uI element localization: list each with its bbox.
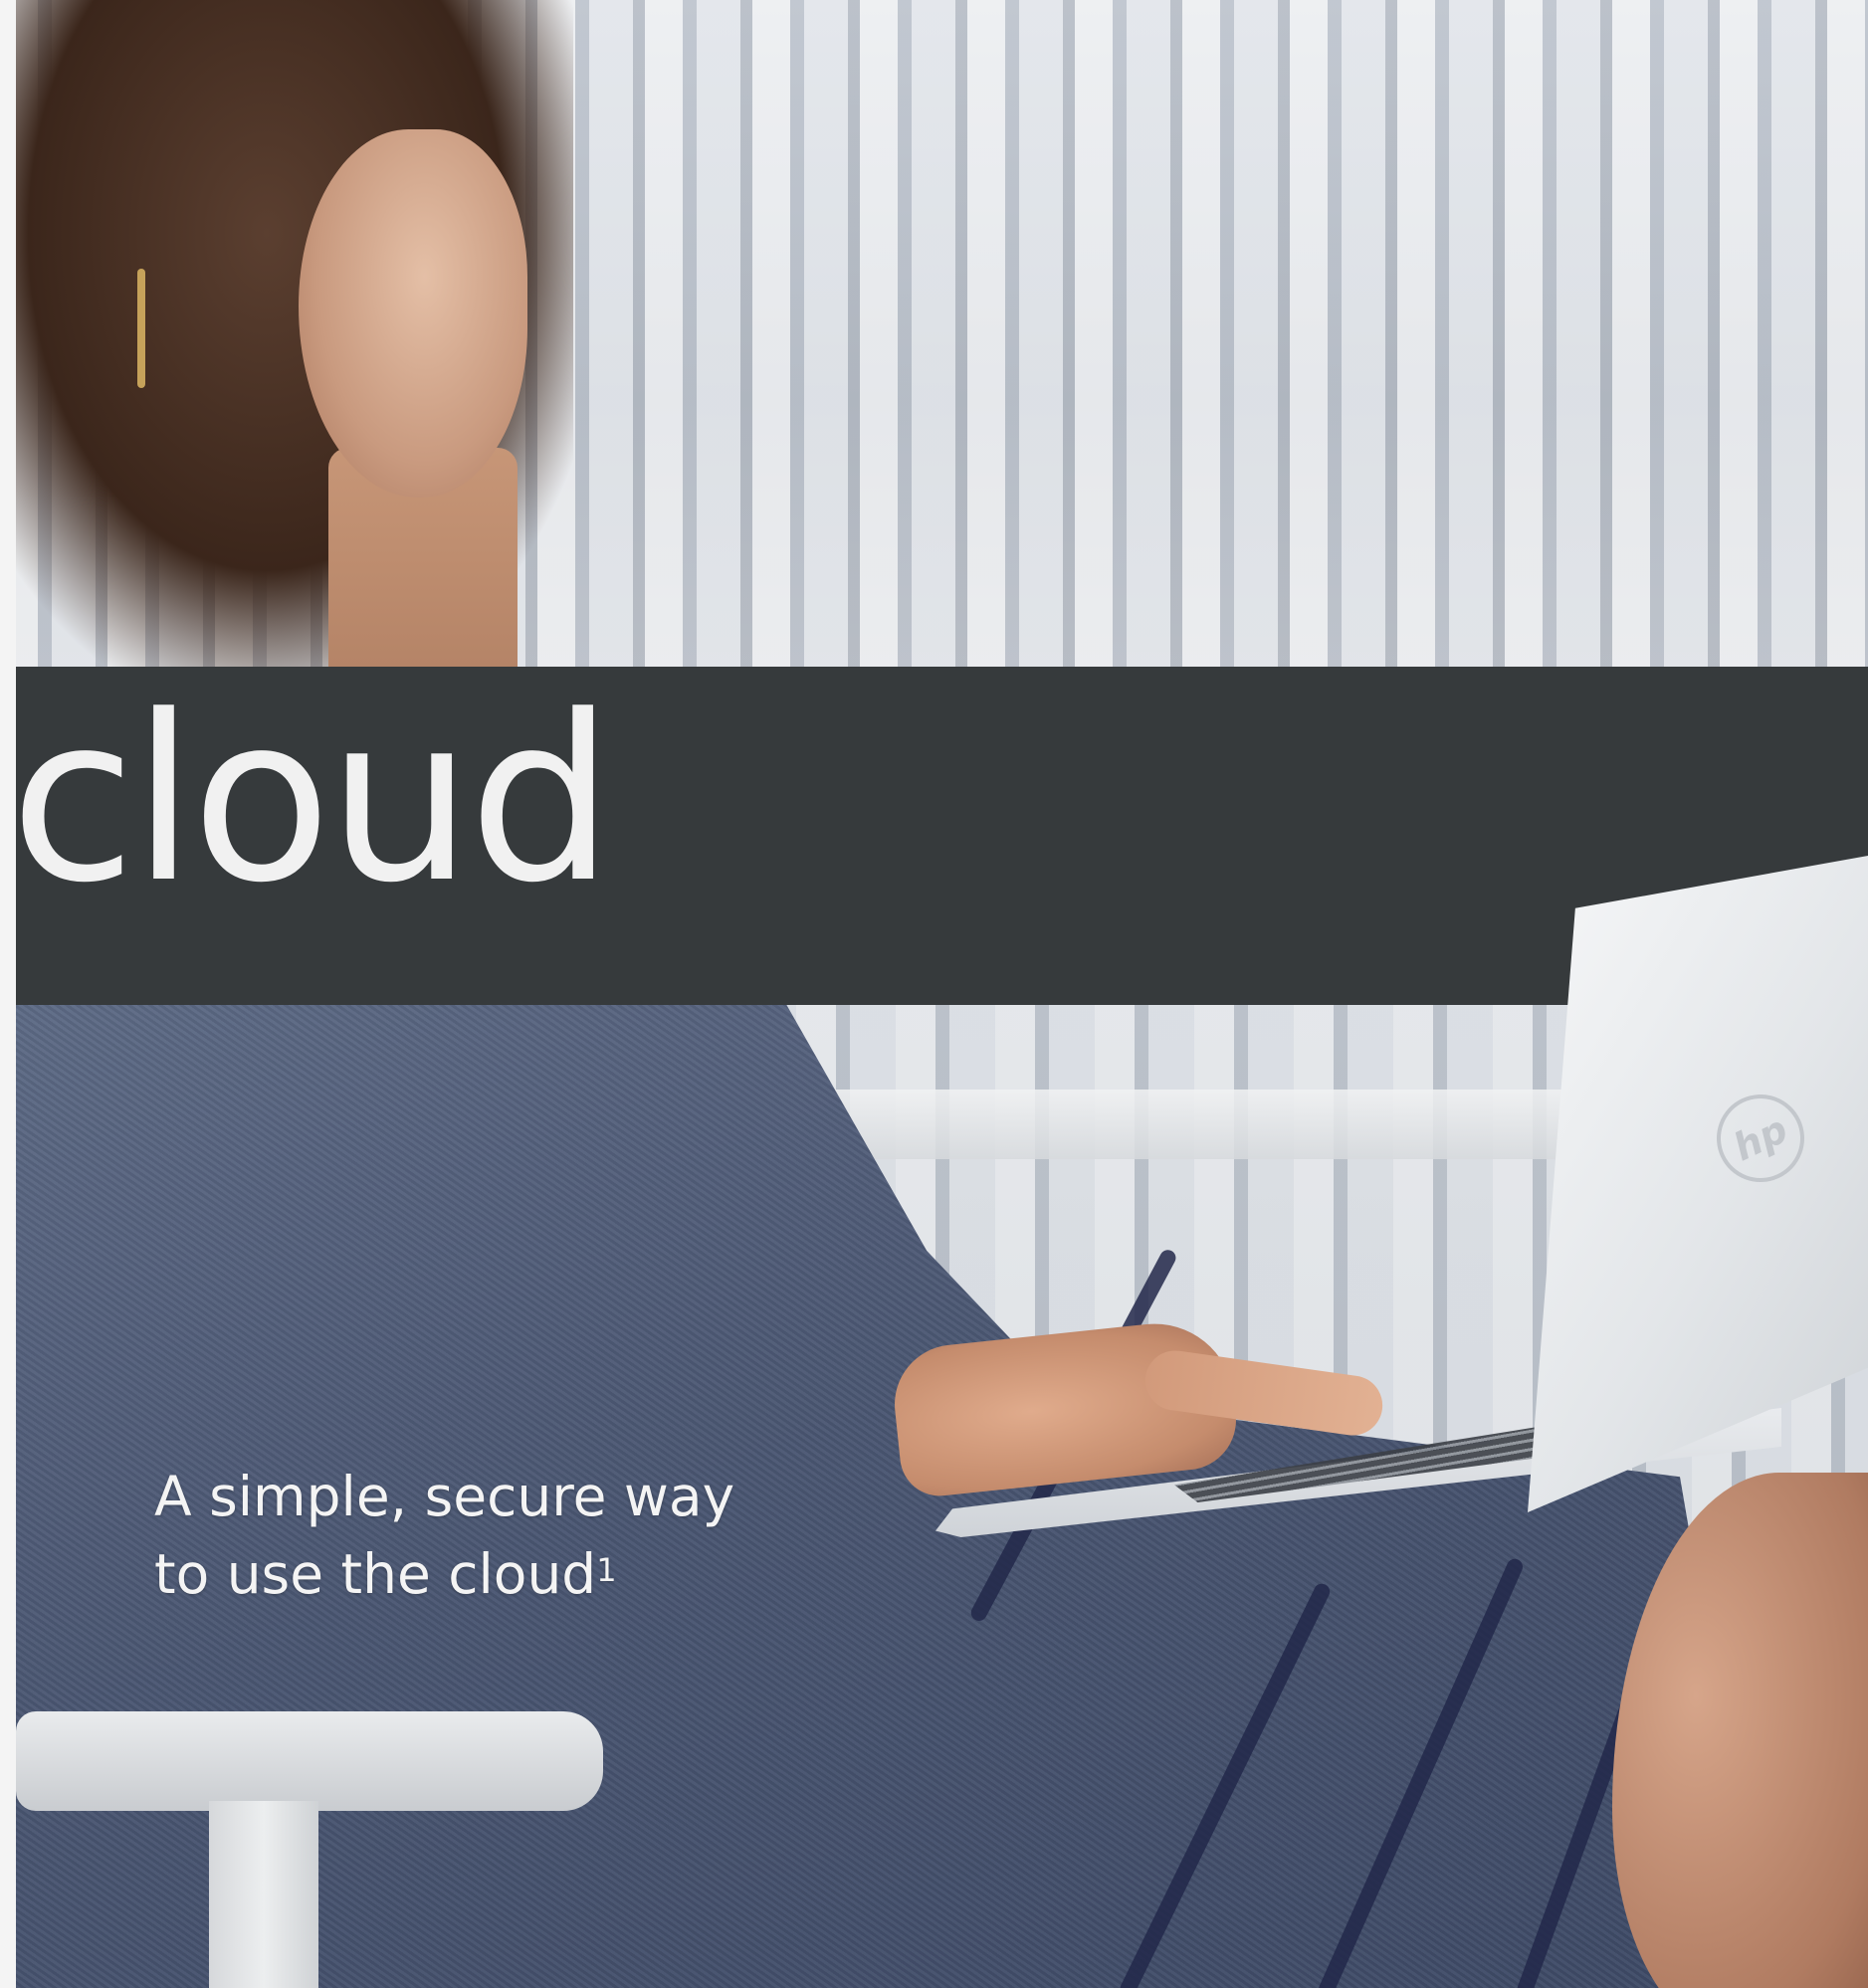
banner-title: cloud <box>10 668 614 933</box>
tagline-line-1: A simple, secure way <box>154 1465 735 1528</box>
brochure-page: hp cloud A simple, secure way to use the… <box>0 0 1868 1988</box>
tagline: A simple, secure way to use the cloud1 <box>154 1458 734 1613</box>
chair-armrest <box>16 1711 603 1811</box>
page-left-margin <box>0 0 16 1988</box>
chair-post <box>209 1801 318 1988</box>
earring <box>137 269 145 388</box>
tagline-line-2: to use the cloud <box>154 1542 597 1606</box>
footnote-marker: 1 <box>596 1551 617 1589</box>
hp-logo-text: hp <box>1727 1106 1794 1170</box>
